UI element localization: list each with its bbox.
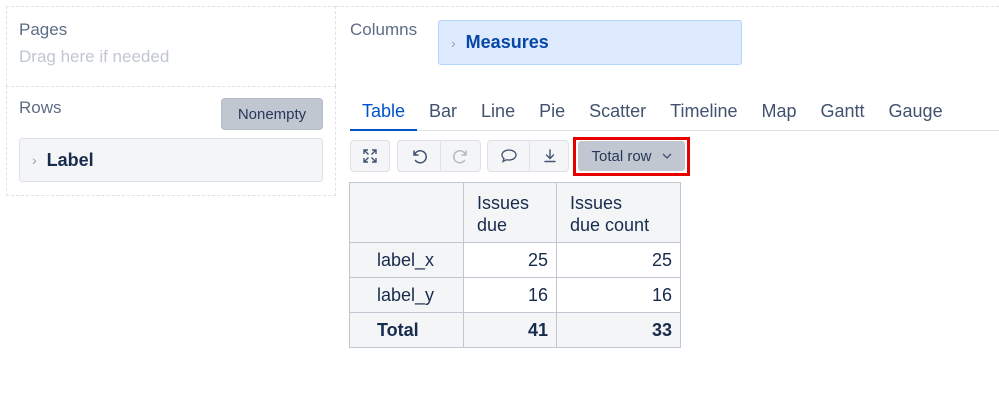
row-header[interactable]: label_y [349, 277, 464, 313]
tab-timeline[interactable]: Timeline [658, 96, 749, 129]
pages-panel[interactable] [6, 6, 336, 86]
table-row: label_x 25 25 [349, 242, 681, 278]
table-cell: 16 [463, 277, 557, 313]
table-cell: 25 [556, 242, 681, 278]
comment-download-group [487, 140, 569, 172]
columns-dimension-text: Measures [465, 32, 549, 52]
undo-icon [413, 150, 427, 164]
tab-line[interactable]: Line [469, 96, 527, 129]
column-header-issues-due[interactable]: Issues due [463, 182, 557, 243]
undo-button[interactable] [398, 141, 440, 171]
download-icon [543, 149, 556, 163]
table-cell: 16 [556, 277, 681, 313]
total-row-dropdown[interactable]: Total row [578, 141, 685, 171]
tab-pie[interactable]: Pie [527, 96, 577, 129]
chevron-right-icon[interactable]: › [32, 152, 37, 168]
table-corner-header [349, 182, 464, 243]
chevron-down-icon [662, 153, 671, 159]
tab-bar[interactable]: Bar [417, 96, 469, 129]
table-cell: 25 [463, 242, 557, 278]
comment-icon [500, 149, 517, 163]
total-row-header: Total [349, 312, 464, 348]
visualization-tabs: Table Bar Line Pie Scatter Timeline Map … [350, 96, 999, 131]
table-header-row: Issues due Issues due count [349, 182, 681, 243]
tab-map[interactable]: Map [749, 96, 808, 129]
tab-table[interactable]: Table [350, 96, 418, 131]
nonempty-button[interactable]: Nonempty [221, 98, 323, 130]
undo-redo-group [397, 140, 481, 172]
total-row-label: Total row [591, 147, 652, 165]
pages-title: Pages [19, 20, 68, 39]
rows-dimension-label[interactable]: › Label [19, 138, 323, 182]
results-table: Issues due Issues due count label_x 25 2… [349, 182, 681, 348]
redo-icon [453, 150, 467, 164]
columns-title: Columns [350, 20, 418, 39]
fullscreen-button[interactable] [350, 140, 390, 172]
columns-dimension-measures[interactable]: › Measures [438, 20, 742, 65]
total-cell: 41 [463, 312, 557, 348]
rows-dimension-text: Label [46, 149, 94, 170]
fullscreen-icon [363, 149, 377, 163]
pages-hint: Drag here if needed [19, 47, 170, 66]
table-total-row: Total 41 33 [349, 312, 681, 348]
tab-gauge[interactable]: Gauge [877, 96, 955, 129]
rows-title: Rows [19, 98, 62, 117]
download-button[interactable] [529, 141, 570, 171]
table-row: label_y 16 16 [349, 277, 681, 313]
comment-button[interactable] [488, 141, 529, 171]
nonempty-button-label: Nonempty [237, 105, 307, 123]
tab-gantt[interactable]: Gantt [809, 96, 877, 129]
column-header-issues-due-count[interactable]: Issues due count [556, 182, 681, 243]
row-header[interactable]: label_x [349, 242, 464, 278]
total-cell: 33 [556, 312, 681, 348]
redo-button[interactable] [440, 141, 482, 171]
tab-scatter[interactable]: Scatter [577, 96, 658, 129]
chevron-right-icon[interactable]: › [451, 35, 456, 51]
